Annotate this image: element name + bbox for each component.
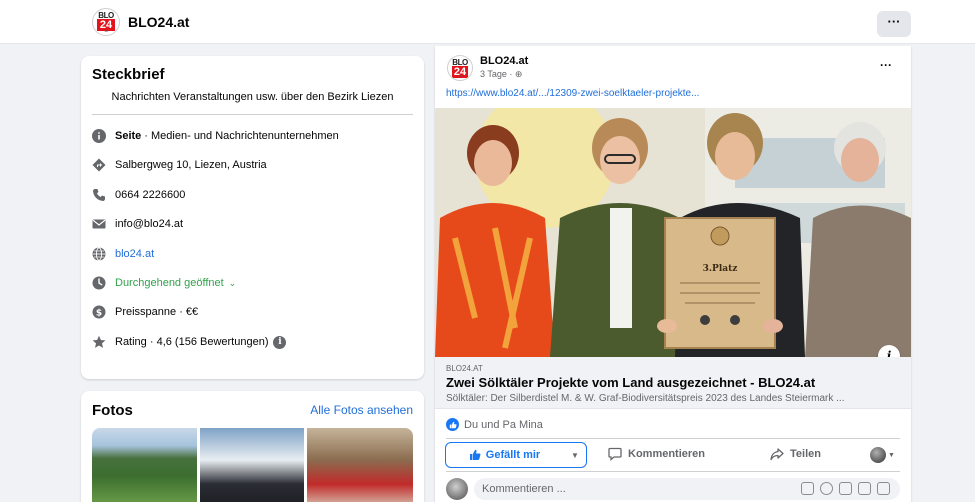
price-icon: $ xyxy=(92,305,106,319)
clock-icon xyxy=(92,276,106,290)
like-button-main[interactable]: Gefällt mir xyxy=(446,449,563,461)
comment-tools xyxy=(801,482,890,495)
intro-email: info@blo24.at xyxy=(115,218,184,230)
post-timestamp[interactable]: 3 Tage · ⊕ xyxy=(480,69,522,80)
intro-category-row: Seite · Medien- und Nachrichtenunternehm… xyxy=(92,128,339,144)
audience-avatar xyxy=(870,447,886,463)
sticker-icon[interactable] xyxy=(801,482,814,495)
actions-divider xyxy=(446,438,900,439)
avatar-sticker-icon[interactable] xyxy=(877,482,890,495)
comment-label: Kommentieren xyxy=(628,448,706,460)
page-logo[interactable]: BLO 24 .at xyxy=(92,8,120,36)
reactions-text: Du und Pa Mina xyxy=(464,418,543,431)
intro-price: Preisspanne · €€ xyxy=(115,306,199,318)
intro-divider xyxy=(92,114,413,115)
comment-button[interactable]: Kommentieren xyxy=(608,447,705,461)
camera-icon[interactable] xyxy=(839,482,852,495)
directions-icon xyxy=(92,158,106,172)
post-link[interactable]: https://www.blo24.at/.../12309-zwei-soel… xyxy=(446,88,699,99)
photos-title: Fotos xyxy=(92,402,133,419)
photo-thumbnail[interactable] xyxy=(307,428,413,502)
mail-icon xyxy=(92,217,106,231)
audience-selector[interactable]: ▼ xyxy=(870,447,895,463)
intro-rating: Rating · 4,6 (156 Bewertungen) xyxy=(115,336,269,348)
intro-website-link[interactable]: blo24.at xyxy=(115,248,154,260)
comment-input[interactable]: Kommentieren ... xyxy=(474,478,900,500)
comment-placeholder: Kommentieren ... xyxy=(482,483,566,495)
reactions-summary[interactable]: Du und Pa Mina xyxy=(446,418,543,431)
intro-category-label: Seite xyxy=(115,130,142,142)
see-all-photos-link[interactable]: Alle Fotos ansehen xyxy=(310,403,413,417)
chevron-down-icon[interactable]: ⌄ xyxy=(229,278,237,289)
page-header: BLO 24 .at BLO24.at ··· xyxy=(0,0,975,44)
intro-rating-row: Rating · 4,6 (156 Bewertungen) i xyxy=(92,334,287,350)
intro-phone: 0664 2226600 xyxy=(115,189,186,201)
user-avatar[interactable] xyxy=(446,478,468,500)
reaction-picker-caret[interactable]: ▼ xyxy=(564,451,586,460)
rating-info-icon[interactable]: i xyxy=(273,335,287,349)
photos-card: Fotos Alle Fotos ansehen xyxy=(81,391,424,502)
intro-title: Steckbrief xyxy=(92,66,165,83)
star-icon xyxy=(92,335,106,349)
intro-hours: Durchgehend geöffnet xyxy=(115,277,224,289)
intro-address: Salbergweg 10, Liezen, Austria xyxy=(115,159,267,171)
actions-bottom-divider xyxy=(446,471,900,472)
post-image[interactable]: 3.Platz xyxy=(435,108,911,357)
photo-thumbnail[interactable] xyxy=(92,428,197,502)
intro-bio: Nachrichten Veranstaltungen usw. über de… xyxy=(111,91,394,103)
page-title[interactable]: BLO24.at xyxy=(128,14,189,30)
like-label: Gefällt mir xyxy=(485,449,541,461)
preview-description: Sölktäler: Der Silberdistel M. & W. Graf… xyxy=(446,393,845,404)
intro-category: · Medien- und Nachrichtenunternehmen xyxy=(144,130,339,142)
intro-address-row[interactable]: Salbergweg 10, Liezen, Austria xyxy=(92,157,267,173)
like-reaction-icon xyxy=(446,418,459,431)
comment-icon xyxy=(608,447,622,461)
link-preview[interactable]: BLO24.AT Zwei Sölktäler Projekte vom Lan… xyxy=(435,357,911,409)
share-button[interactable]: Teilen xyxy=(770,447,821,461)
gif-icon[interactable] xyxy=(858,482,871,495)
phone-icon xyxy=(92,188,106,202)
intro-phone-row[interactable]: 0664 2226600 xyxy=(92,187,185,203)
emoji-icon[interactable] xyxy=(820,482,833,495)
post-author-name[interactable]: BLO24.at xyxy=(480,55,528,67)
like-button[interactable]: Gefällt mir ▼ xyxy=(445,442,587,468)
intro-email-row[interactable]: info@blo24.at xyxy=(92,216,183,232)
preview-title: Zwei Sölktäler Projekte vom Land ausgeze… xyxy=(446,375,816,390)
post-more-button[interactable]: ··· xyxy=(880,58,892,72)
logo-text-sub: .at xyxy=(457,73,463,78)
intro-hours-row[interactable]: Durchgehend geöffnet ⌄ xyxy=(92,275,236,291)
post-author-avatar[interactable]: BLO 24 .at xyxy=(447,55,473,81)
info-circle-icon xyxy=(92,129,106,143)
share-label: Teilen xyxy=(790,448,821,460)
globe-icon xyxy=(92,247,106,261)
logo-text-sub: .at xyxy=(103,28,109,33)
audience-caret: ▼ xyxy=(888,451,895,459)
certificate-text: 3.Platz xyxy=(703,264,738,274)
page-more-button[interactable]: ··· xyxy=(877,11,911,37)
intro-price-row: $ Preisspanne · €€ xyxy=(92,304,198,320)
intro-card: Steckbrief Nachrichten Veranstaltungen u… xyxy=(81,56,424,379)
svg-text:$: $ xyxy=(96,308,102,318)
share-icon xyxy=(770,448,784,461)
photo-thumbnail[interactable] xyxy=(200,428,304,502)
thumbs-up-icon xyxy=(469,449,481,460)
preview-domain: BLO24.AT xyxy=(446,364,483,373)
intro-website-row[interactable]: blo24.at xyxy=(92,246,154,262)
